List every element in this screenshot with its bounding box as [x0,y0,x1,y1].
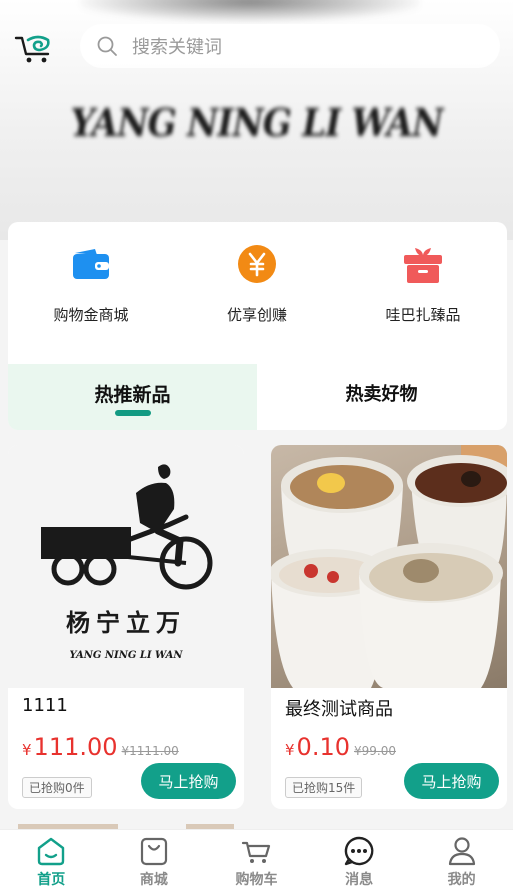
tab-label: 商城 [139,872,168,888]
banner-text: YANG NING LI WAN [70,100,443,145]
app-logo-icon[interactable] [14,30,54,64]
banner-smudge [80,0,420,22]
product-image-tricycle-logo[interactable]: 杨宁立万 YANG NING LI WAN [8,445,244,688]
menu-item-share-earn[interactable]: 优享创赚 [174,242,340,325]
logo-en-text: YANG NING LI WAN [69,650,183,661]
sold-count-badge: 已抢购15件 [285,777,363,798]
product-tabs: 热推新品 热卖好物 [8,364,507,430]
logo-cn-text: 杨宁立万 [66,608,186,637]
product-name: 1111 [22,695,68,716]
product-price: ¥ 111.00 ¥1111.00 [22,733,179,761]
shopping-bag-icon [140,837,167,866]
menu-item-premium[interactable]: 哇巴扎臻品 [340,242,506,325]
original-price: ¥1111.00 [121,744,179,758]
cart-icon [242,841,271,863]
tab-cart[interactable]: 购物车 [205,830,308,893]
tab-label: 热卖好物 [345,384,418,405]
tab-label: 首页 [37,872,66,888]
price-value: 0.10 [296,733,350,761]
buy-now-button[interactable]: 马上抢购 [404,763,499,799]
product-name: 最终测试商品 [285,699,393,720]
bottom-tab-bar: 首页 商城 购物车 消息 我的 [0,829,513,893]
price-value: 111.00 [33,733,118,761]
tab-best-selling[interactable]: 热卖好物 [257,364,506,430]
menu-item-label: 优享创赚 [226,306,287,324]
tab-mall[interactable]: 商城 [103,830,206,893]
original-price: ¥99.00 [353,744,396,758]
tab-label: 热推新品 [94,383,171,406]
tab-label: 购物车 [235,872,278,888]
tab-label: 我的 [447,872,476,888]
tab-label: 消息 [345,872,374,888]
menu-item-label: 购物金商城 [53,306,129,324]
tab-hot-new[interactable]: 热推新品 [8,364,257,430]
menu-item-shopping-mall[interactable]: 购物金商城 [8,242,174,325]
currency-symbol: ¥ [285,741,295,759]
sold-count-badge: 已抢购0件 [22,777,92,798]
message-icon [344,836,374,866]
tab-messages[interactable]: 消息 [308,830,411,893]
yen-coin-icon [235,242,279,286]
search-input[interactable]: 搜索关键词 [132,33,222,59]
product-image-soup-bowls[interactable] [271,445,507,688]
wallet-icon [69,242,113,286]
user-icon [448,837,475,866]
product-card[interactable]: 最终测试商品 ¥ 0.10 ¥99.00 已抢购15件 马上抢购 [271,445,507,809]
tab-active-indicator [115,410,151,416]
gift-box-icon [401,242,445,286]
product-card[interactable]: 杨宁立万 YANG NING LI WAN 1111 ¥ 111.00 ¥111… [8,445,244,809]
search-icon [97,36,117,56]
buy-now-button[interactable]: 马上抢购 [141,763,236,799]
tab-profile[interactable]: 我的 [410,830,513,893]
product-price: ¥ 0.10 ¥99.00 [285,733,396,761]
feature-card: 购物金商城 优享创赚 哇巴扎臻品 热推新品 热卖好物 [8,222,507,430]
search-bar[interactable]: 搜索关键词 [80,24,500,68]
currency-symbol: ¥ [22,741,32,759]
tab-home[interactable]: 首页 [0,830,103,893]
menu-item-label: 哇巴扎臻品 [385,306,461,324]
home-icon [38,837,65,866]
